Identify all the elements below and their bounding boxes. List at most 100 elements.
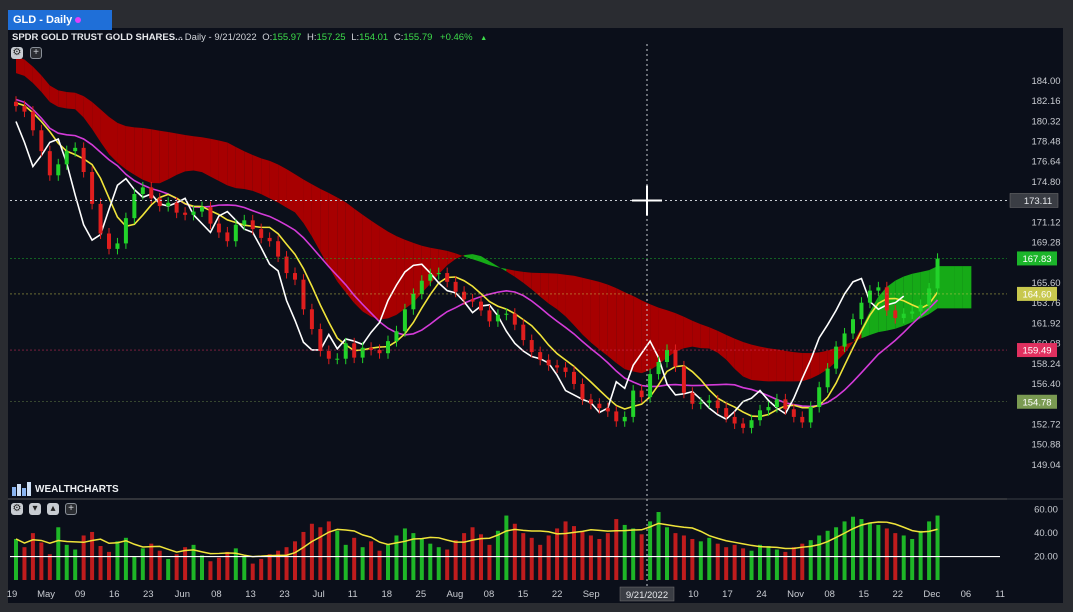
cloud-segment: [388, 231, 397, 319]
candle-body: [563, 367, 568, 372]
cloud-segment: [709, 327, 718, 353]
volume-bar: [402, 528, 407, 580]
candle-body: [495, 314, 500, 322]
cloud-segment: [227, 142, 236, 189]
candle-body: [512, 313, 517, 325]
date-tick-label: 08: [824, 589, 835, 600]
volume-bar: [166, 558, 171, 580]
settings-icon[interactable]: ⚙: [11, 503, 23, 515]
candle-body: [462, 291, 467, 300]
date-tick-label: Jul: [313, 589, 325, 600]
volume-bar: [445, 549, 450, 580]
volume-bar: [428, 543, 433, 580]
candle-body: [732, 416, 737, 424]
candle-body: [631, 390, 636, 417]
candle-body: [698, 402, 703, 404]
volume-bar: [910, 538, 915, 580]
volume-bar: [200, 555, 204, 580]
volume-bar: [758, 544, 762, 580]
volume-bar: [707, 537, 712, 580]
volume-bar: [749, 550, 754, 580]
date-tick-label: 22: [552, 589, 563, 600]
volume-bar: [572, 526, 576, 580]
cloud-segment: [954, 266, 963, 309]
candle-body: [867, 290, 872, 303]
cloud-segment: [142, 128, 152, 183]
volume-bar: [208, 561, 213, 580]
cloud-segment: [185, 135, 194, 172]
candle-body: [479, 301, 483, 311]
candle-body: [343, 343, 348, 359]
volume-bar: [698, 541, 703, 580]
settings-icon[interactable]: ⚙: [11, 47, 23, 59]
candle-body: [259, 229, 264, 238]
volume-bar: [867, 522, 872, 580]
candle-body: [191, 211, 196, 215]
volume-bar: [597, 538, 602, 580]
price-tick-label: 176.64: [1031, 157, 1060, 168]
cloud-segment: [168, 131, 177, 180]
cloud-segment: [58, 90, 67, 109]
candle-body: [90, 172, 95, 204]
candle-body: [208, 207, 213, 224]
candle-body: [876, 287, 881, 291]
candle-body: [276, 241, 281, 257]
candle-body: [30, 111, 35, 131]
volume-bar: [555, 528, 560, 580]
candle-body: [639, 390, 644, 398]
cloud-segment: [768, 348, 777, 382]
volume-bar: [115, 541, 120, 580]
candle-body: [64, 151, 69, 165]
date-tick-label: 11: [348, 589, 358, 600]
candle-body: [918, 304, 923, 312]
volume-bar: [935, 515, 940, 580]
date-tick-label: 19: [7, 589, 18, 600]
cloud-segment: [151, 129, 160, 184]
candle-body: [766, 407, 771, 411]
cloud-segment: [278, 164, 287, 208]
volume-bar: [318, 527, 323, 580]
candle-body: [132, 193, 137, 219]
volume-bar: [927, 521, 932, 580]
price-badge-label: 159.49: [1022, 346, 1051, 357]
candle-body: [47, 151, 52, 176]
cloud-segment: [675, 313, 684, 352]
volume-bar: [326, 521, 331, 580]
cloud-segment: [650, 304, 659, 370]
volume-bar: [800, 543, 805, 580]
ticker-tab[interactable]: GLD - Daily: [8, 10, 112, 30]
volume-bar: [774, 549, 779, 580]
candle-body: [140, 187, 145, 194]
candle-body: [758, 410, 762, 421]
candle-body: [233, 224, 238, 242]
price-chart[interactable]: 184.00 182.16 180.32 178.48 176.64 174.80 171.…: [0, 0, 1073, 612]
volume-bar: [817, 535, 822, 580]
volume-bar: [512, 523, 517, 580]
volume-bar: [648, 521, 653, 580]
cloud-segment: [202, 137, 211, 177]
candle-body: [81, 147, 86, 173]
volume-bar: [842, 521, 847, 580]
volume-bar: [183, 547, 188, 580]
volume-bar: [259, 558, 264, 580]
candle-body: [293, 273, 297, 280]
plus-icon[interactable]: +: [30, 47, 42, 59]
volume-bar: [859, 519, 864, 580]
price-badge-label: 154.78: [1022, 397, 1051, 408]
volume-tick-label: 20.00: [1034, 552, 1058, 563]
candle-body: [800, 416, 805, 423]
date-tick-label: May: [37, 589, 55, 600]
cloud-segment: [134, 127, 143, 180]
candle-body: [402, 309, 407, 332]
candle-body: [377, 349, 382, 354]
candle-body: [901, 313, 906, 319]
candle-body: [386, 341, 390, 354]
plus-icon[interactable]: +: [65, 503, 77, 515]
volume-bar: [614, 519, 619, 580]
expand-icon[interactable]: ▴: [47, 503, 59, 515]
volume-bar: [631, 528, 636, 580]
collapse-icon[interactable]: ▾: [29, 503, 41, 515]
volume-bar: [690, 538, 695, 580]
candle-body: [546, 359, 551, 366]
cloud-segment: [269, 160, 279, 203]
